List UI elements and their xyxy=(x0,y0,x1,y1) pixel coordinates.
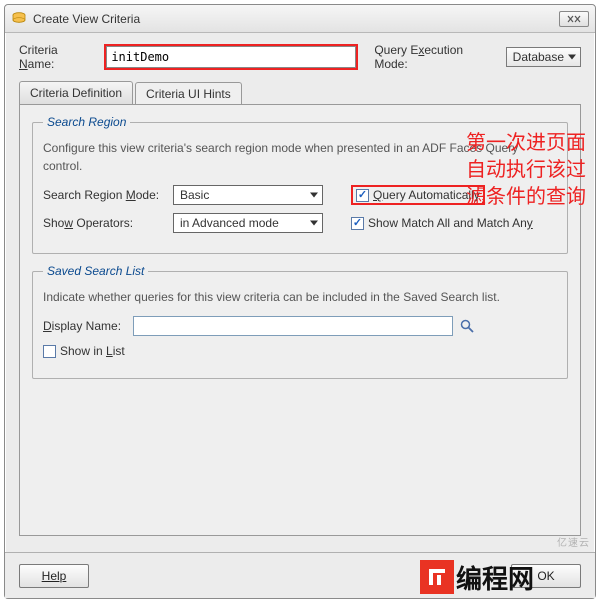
dialog-window: Create View Criteria Criteria Name: Quer… xyxy=(4,4,596,599)
display-name-label: Display Name: xyxy=(43,319,133,333)
watermark-text: 亿速云 xyxy=(557,534,590,549)
query-auto-highlight: Query Automatically xyxy=(351,185,485,205)
show-match-all-label: Show Match All and Match Any xyxy=(368,216,533,230)
tab-panel-ui-hints: Search Region Configure this view criter… xyxy=(19,104,581,536)
show-operators-value: in Advanced mode xyxy=(180,216,279,230)
show-operators-row: Show Operators: in Advanced mode Show Ma… xyxy=(43,213,557,233)
titlebar: Create View Criteria xyxy=(5,5,595,33)
search-mode-label: Search Region Mode: xyxy=(43,188,173,202)
search-mode-value: Basic xyxy=(180,188,209,202)
query-auto-checkbox[interactable] xyxy=(356,189,369,202)
saved-search-fieldset: Saved Search List Indicate whether queri… xyxy=(32,264,568,379)
dialog-footer: Help OK xyxy=(5,552,595,598)
help-button[interactable]: Help xyxy=(19,564,89,588)
search-mode-row: Search Region Mode: Basic Query Automati… xyxy=(43,185,557,205)
search-region-description: Configure this view criteria's search re… xyxy=(43,139,557,175)
saved-search-description: Indicate whether queries for this view c… xyxy=(43,288,557,306)
display-name-row: Display Name: xyxy=(43,316,557,336)
search-region-legend: Search Region xyxy=(43,115,130,129)
show-operators-label: Show Operators: xyxy=(43,216,173,230)
criteria-name-input[interactable] xyxy=(106,46,356,68)
window-title: Create View Criteria xyxy=(33,12,559,26)
show-operators-select[interactable]: in Advanced mode xyxy=(173,213,323,233)
show-in-list-checkbox[interactable] xyxy=(43,345,56,358)
tab-criteria-ui-hints[interactable]: Criteria UI Hints xyxy=(135,82,242,105)
ok-button[interactable]: OK xyxy=(511,564,581,588)
exec-mode-select[interactable]: Database xyxy=(506,47,581,67)
close-icon xyxy=(564,14,584,24)
search-icon[interactable] xyxy=(459,318,475,334)
saved-search-legend: Saved Search List xyxy=(43,264,148,278)
close-button[interactable] xyxy=(559,11,589,27)
app-icon xyxy=(11,11,27,27)
exec-mode-label: Query Execution Mode: xyxy=(374,43,499,71)
show-in-list-row: Show in List xyxy=(43,344,557,358)
criteria-name-label: Criteria Name: xyxy=(19,43,96,71)
criteria-name-highlight xyxy=(104,44,358,70)
query-auto-label: Query Automatically xyxy=(373,188,480,202)
search-mode-select[interactable]: Basic xyxy=(173,185,323,205)
tabs: Criteria Definition Criteria UI Hints xyxy=(19,81,581,104)
criteria-name-row: Criteria Name: Query Execution Mode: Dat… xyxy=(19,43,581,71)
search-region-fieldset: Search Region Configure this view criter… xyxy=(32,115,568,254)
dialog-content: Criteria Name: Query Execution Mode: Dat… xyxy=(5,33,595,536)
exec-mode-value: Database xyxy=(513,50,564,64)
display-name-input[interactable] xyxy=(133,316,453,336)
tab-criteria-definition[interactable]: Criteria Definition xyxy=(19,81,133,104)
show-match-all-checkbox[interactable] xyxy=(351,217,364,230)
show-in-list-label: Show in List xyxy=(60,344,125,358)
show-match-all-group: Show Match All and Match Any xyxy=(351,216,533,230)
